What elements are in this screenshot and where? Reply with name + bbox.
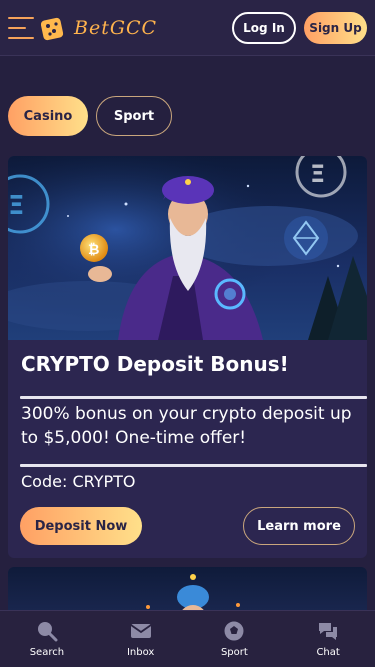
promo-card: Ξ Ξ ₿ CRYPTO Deposit Bonus! 300% bonus o… bbox=[8, 156, 367, 558]
chat-icon bbox=[319, 623, 338, 640]
nav-label: Inbox bbox=[126, 647, 155, 658]
promo-title: CRYPTO Deposit Bonus! bbox=[21, 352, 289, 376]
search-icon bbox=[37, 622, 58, 642]
promo-description: 300% bonus on your crypto deposit up to … bbox=[21, 404, 352, 448]
deposit-now-button[interactable]: Deposit Now bbox=[20, 507, 142, 545]
soccer-ball-icon bbox=[224, 621, 244, 641]
tab-sport[interactable]: Sport bbox=[96, 96, 172, 136]
divider bbox=[20, 396, 367, 399]
nav-inbox[interactable]: Inbox bbox=[94, 611, 188, 667]
mail-icon bbox=[130, 624, 152, 638]
promo-banner-image: Ξ Ξ ₿ bbox=[8, 156, 367, 340]
svg-text:₿: ₿ bbox=[88, 242, 99, 258]
nav-label: Chat bbox=[316, 647, 340, 658]
divider bbox=[20, 464, 367, 467]
hamburger-menu-icon[interactable] bbox=[8, 16, 34, 40]
brand-logo[interactable]: BetGCC bbox=[40, 14, 157, 42]
nav-chat[interactable]: Chat bbox=[281, 611, 375, 667]
tab-casino[interactable]: Casino bbox=[8, 96, 88, 136]
nav-sport[interactable]: Sport bbox=[188, 611, 282, 667]
bottom-navigation: Search Inbox Sport Chat bbox=[0, 610, 375, 667]
nav-search[interactable]: Search bbox=[0, 611, 94, 667]
login-button[interactable]: Log In bbox=[232, 12, 296, 44]
learn-more-button[interactable]: Learn more bbox=[243, 507, 355, 545]
top-header: BetGCC Log In Sign Up bbox=[0, 0, 375, 56]
svg-text:Ξ: Ξ bbox=[310, 160, 325, 188]
signup-button[interactable]: Sign Up bbox=[304, 12, 367, 44]
promo-code: Code: CRYPTO bbox=[21, 472, 136, 491]
svg-text:Ξ: Ξ bbox=[8, 191, 24, 221]
brand-name: BetGCC bbox=[74, 17, 158, 39]
nav-label: Sport bbox=[220, 647, 248, 658]
nav-label: Search bbox=[29, 647, 65, 658]
dice-icon bbox=[40, 17, 64, 41]
